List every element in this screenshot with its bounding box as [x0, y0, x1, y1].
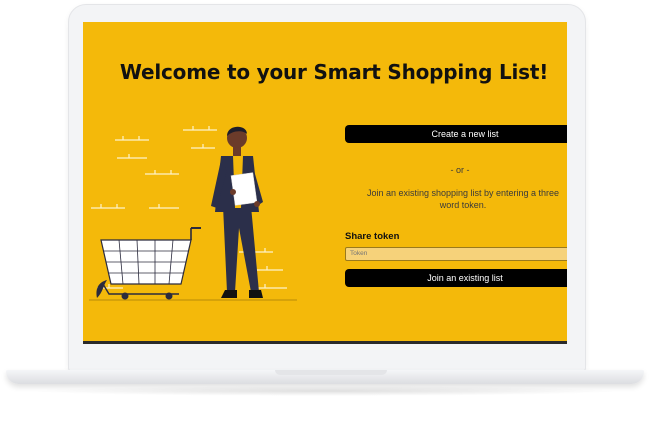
screen-bezel-bottom — [83, 341, 567, 344]
share-token-label: Share token — [345, 231, 400, 242]
page-title: Welcome to your Smart Shopping List! — [119, 60, 549, 84]
base-notch — [275, 370, 387, 375]
token-input[interactable] — [345, 246, 567, 261]
create-list-button[interactable]: Create a new list — [345, 125, 567, 143]
join-description-line2: word token. — [439, 200, 487, 210]
laptop-shadow — [30, 386, 620, 396]
actions-panel: Create a new list - or - Join an existin… — [345, 125, 567, 287]
or-divider: - or - — [450, 165, 470, 175]
laptop-base — [6, 370, 644, 384]
join-description-line1: Join an existing shopping list by enteri… — [366, 188, 560, 198]
app-screen: Welcome to your Smart Shopping List! Cre… — [83, 22, 567, 341]
paper-icon — [230, 172, 258, 206]
person-icon — [211, 126, 263, 298]
join-description: Join an existing shopping list by enteri… — [345, 187, 567, 211]
join-list-button[interactable]: Join an existing list — [345, 268, 567, 287]
shopping-person-illustration — [89, 126, 297, 301]
shopping-cart-icon — [100, 227, 201, 300]
